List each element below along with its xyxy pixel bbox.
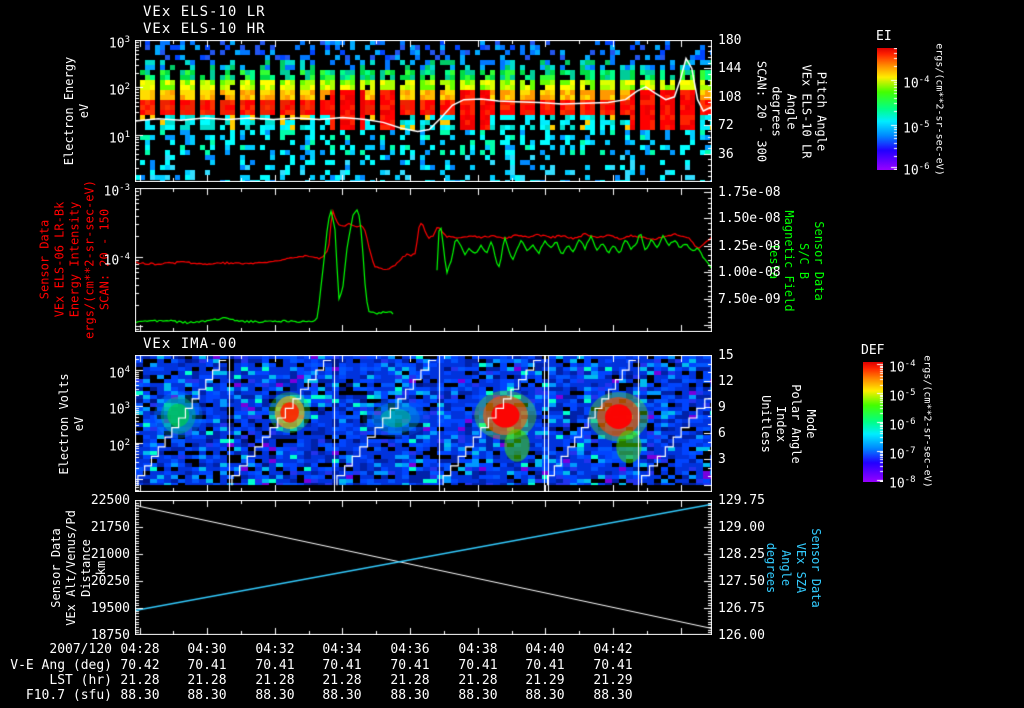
table-value: 88.30 xyxy=(120,688,160,703)
table-value: 88.30 xyxy=(458,688,498,703)
table-value: 70.41 xyxy=(458,658,498,673)
axis-title-line: Sensor Data xyxy=(49,528,63,608)
axis-title-line: Distance xyxy=(79,539,93,597)
ima-spectrogram-canvas xyxy=(135,355,712,492)
time-label: 04:32 xyxy=(255,642,295,657)
panel3-title: VEx IMA-00 xyxy=(143,336,238,352)
table-value: 21.28 xyxy=(255,673,295,688)
intensity-bfield-canvas xyxy=(135,188,712,332)
axis-title-line: Angle xyxy=(779,549,793,587)
table-value: 21.28 xyxy=(187,673,227,688)
axis-title-line: Magnetic Field xyxy=(782,210,796,312)
axis-title-line: Electron Energy xyxy=(62,56,76,166)
p3-left-axis-title: Electron Volts eV xyxy=(57,349,87,499)
colorbar-tick-label: 10-8 xyxy=(889,475,916,492)
table-row-label: LST (hr) xyxy=(49,673,112,688)
ei-colorbar xyxy=(877,48,897,170)
time-label: 04:34 xyxy=(322,642,362,657)
table-value: 88.30 xyxy=(390,688,430,703)
table-value: 21.29 xyxy=(593,673,633,688)
date-label: 2007/120 xyxy=(49,642,112,657)
axis-title-line: eV xyxy=(77,103,91,119)
table-value: 70.41 xyxy=(593,658,633,673)
p3-right-axis-title: Mode Polar Angle Index Unitless xyxy=(758,349,818,499)
axis-title-line: Sensor Data xyxy=(37,219,52,300)
table-row-label: F10.7 (sfu) xyxy=(25,688,112,703)
def-colorbar-label: DEF xyxy=(861,343,885,358)
els-spectrogram-canvas xyxy=(135,40,712,182)
axis-title-line: Sensor Data xyxy=(812,221,826,301)
p1-left-axis-title: Electron Energy eV xyxy=(62,36,92,186)
colorbar-tick-label: 10-5 xyxy=(903,120,930,137)
def-colorbar-units: ergs/(cm**2-sr-sec-eV) xyxy=(921,355,933,488)
table-value: 70.41 xyxy=(255,658,295,673)
axis-title-line: Unitless xyxy=(759,395,773,453)
axis-title-line: degrees xyxy=(769,86,784,137)
axis-title-line: Polar Angle xyxy=(789,384,803,464)
axis-title-line: SCAN: 20 - 150 xyxy=(97,208,112,311)
axis-title-line: Energy Intensity xyxy=(67,201,82,318)
axis-title-line: VEx ELS-06 LR-Bk xyxy=(52,201,67,318)
time-label: 04:38 xyxy=(458,642,498,657)
axis-title-line: Sensor Data xyxy=(809,528,823,608)
p2-right-axis-title: Sensor Data S/C B Magnetic Field Tesla xyxy=(766,186,826,336)
table-value: 70.41 xyxy=(525,658,565,673)
axis-title-line: VEx SZA xyxy=(794,542,808,594)
colorbar-tick-label: 10-4 xyxy=(889,359,916,376)
axis-title-line: VEx ELS-10 LR xyxy=(799,64,814,159)
colorbar-tick-label: 10-4 xyxy=(903,75,930,92)
panel1-title-line1: VEx ELS-10 LR xyxy=(143,4,266,20)
table-value: 21.28 xyxy=(458,673,498,688)
ei-colorbar-label: EI xyxy=(876,29,892,44)
table-value: 21.28 xyxy=(322,673,362,688)
colorbar-tick-label: 10-5 xyxy=(889,388,916,405)
time-label: 04:40 xyxy=(525,642,565,657)
axis-title-line: Index xyxy=(774,405,788,443)
table-value: 21.28 xyxy=(390,673,430,688)
plot-window: VEx ELS-10 LR VEx ELS-10 HR VEx IMA-00 E… xyxy=(0,0,1024,708)
table-value: 88.30 xyxy=(255,688,295,703)
time-label: 04:30 xyxy=(187,642,227,657)
p4-left-axis-title: Sensor Data VEx Alt/Venus/Pd Distance km xyxy=(49,493,109,643)
ei-colorbar-units: ergs/(cm**2-sr-sec-eV) xyxy=(933,43,945,176)
colorbar-tick-label: 10-6 xyxy=(903,162,930,179)
p4-right-axis-title: Sensor Data VEx SZA Angle degrees xyxy=(763,493,823,643)
axis-title-line: eV xyxy=(72,416,86,432)
colorbar-tick-label: 10-7 xyxy=(889,446,916,463)
axis-title-line: VEx Alt/Venus/Pd xyxy=(64,510,78,626)
axis-title-line: Electron Volts xyxy=(57,373,71,475)
table-value: 88.30 xyxy=(525,688,565,703)
panel1-title-line2: VEx ELS-10 HR xyxy=(143,21,266,37)
table-value: 70.41 xyxy=(187,658,227,673)
def-colorbar xyxy=(863,362,883,482)
colorbar-tick-label: 10-6 xyxy=(889,417,916,434)
table-value: 21.29 xyxy=(525,673,565,688)
axis-title-line: Tesla xyxy=(767,242,781,280)
axis-title-line: km xyxy=(94,560,108,576)
table-row-label: V-E Ang (deg) xyxy=(10,658,112,673)
axis-title-line: Mode xyxy=(804,409,818,439)
axis-title-line: SCAN: 20 - 300 xyxy=(754,60,769,163)
alt-sza-canvas xyxy=(135,500,712,635)
axis-title-line: S/C B xyxy=(797,242,811,280)
axis-title-line: Angle xyxy=(784,93,799,130)
table-value: 88.30 xyxy=(593,688,633,703)
axis-title-line: degrees xyxy=(764,542,778,594)
time-label: 04:36 xyxy=(390,642,430,657)
p2-left-axis-title: Sensor Data VEx ELS-06 LR-Bk Energy Inte… xyxy=(38,175,113,345)
p1-right-axis-title: Pitch Angle VEx ELS-10 LR Angle degrees … xyxy=(754,37,829,187)
axis-title-line: ergs/(cm**2-sr-sec-eV) xyxy=(82,180,97,339)
table-value: 70.42 xyxy=(120,658,160,673)
table-value: 21.28 xyxy=(120,673,160,688)
time-label: 04:28 xyxy=(120,642,160,657)
axis-title-line: Pitch Angle xyxy=(814,71,829,152)
table-value: 88.30 xyxy=(187,688,227,703)
table-value: 88.30 xyxy=(322,688,362,703)
time-label: 04:42 xyxy=(593,642,633,657)
table-value: 70.41 xyxy=(322,658,362,673)
table-value: 70.41 xyxy=(390,658,430,673)
